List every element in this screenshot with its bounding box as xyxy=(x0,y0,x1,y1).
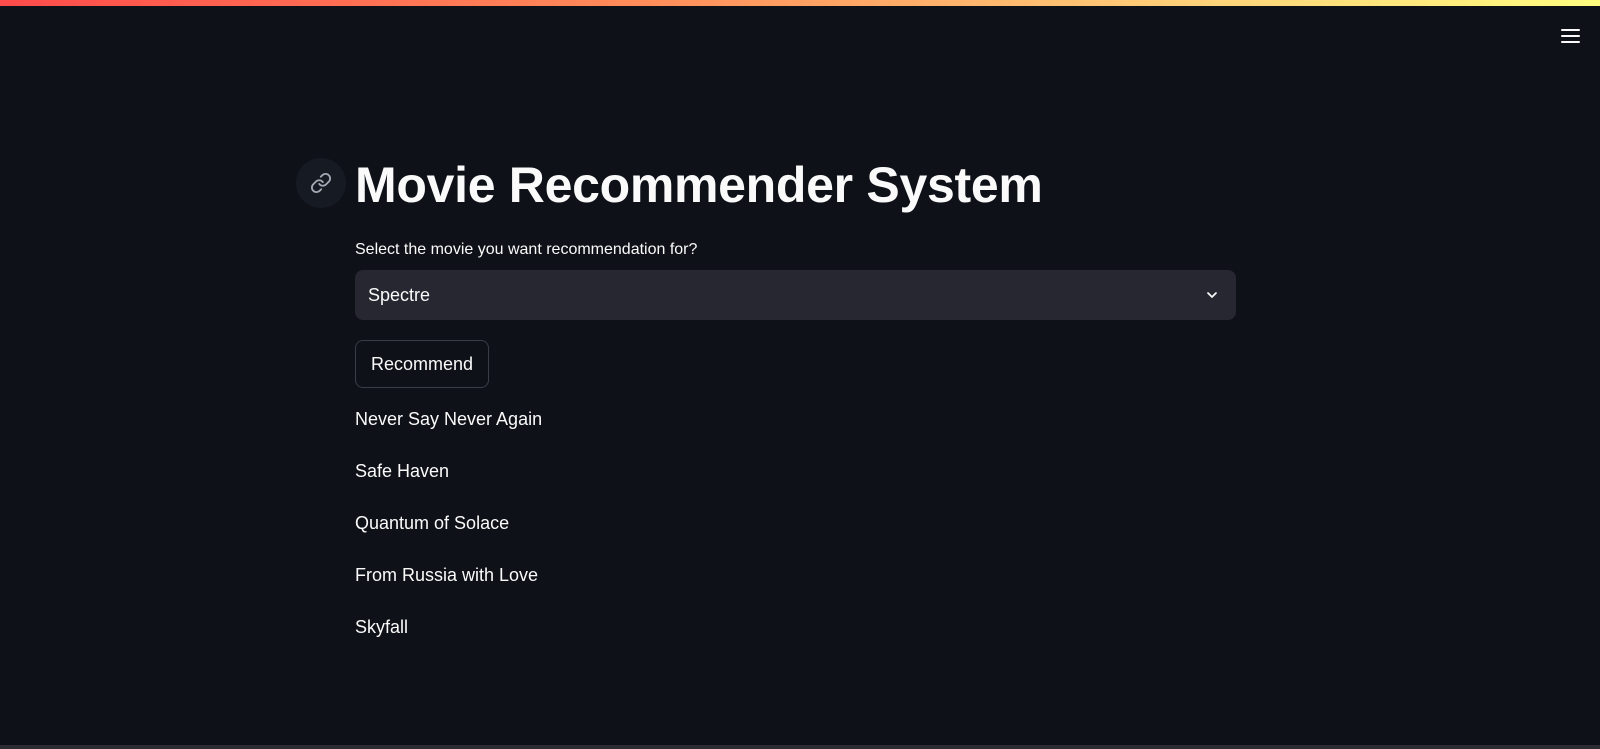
movie-select[interactable]: Spectre xyxy=(355,270,1236,320)
recommendation-item: From Russia with Love xyxy=(355,565,539,585)
recommendation-item: Safe Haven xyxy=(355,461,450,481)
recommendation-item: Never Say Never Again xyxy=(355,409,543,429)
movie-select-value: Spectre xyxy=(368,284,431,305)
main-content: Movie Recommender System Select the movi… xyxy=(296,150,1236,664)
link-icon xyxy=(310,172,332,194)
page-title: Movie Recommender System xyxy=(355,157,1043,213)
title-row: Movie Recommender System xyxy=(296,150,1236,220)
title-anchor-link[interactable] xyxy=(296,158,346,208)
header-decoration-bar xyxy=(0,0,1600,6)
main-menu-button[interactable] xyxy=(1554,20,1586,52)
recommendation-item: Quantum of Solace xyxy=(355,513,510,533)
hamburger-menu-icon xyxy=(1560,29,1580,43)
movie-select-label: Select the movie you want recommendation… xyxy=(355,241,698,258)
recommendation-item: Skyfall xyxy=(355,617,409,637)
bottom-edge xyxy=(0,745,1600,749)
chevron-down-icon xyxy=(1202,285,1222,305)
recommend-button[interactable]: Recommend xyxy=(355,340,490,388)
recommendations-list: Never Say Never Again Safe Haven Quantum… xyxy=(355,404,1236,642)
